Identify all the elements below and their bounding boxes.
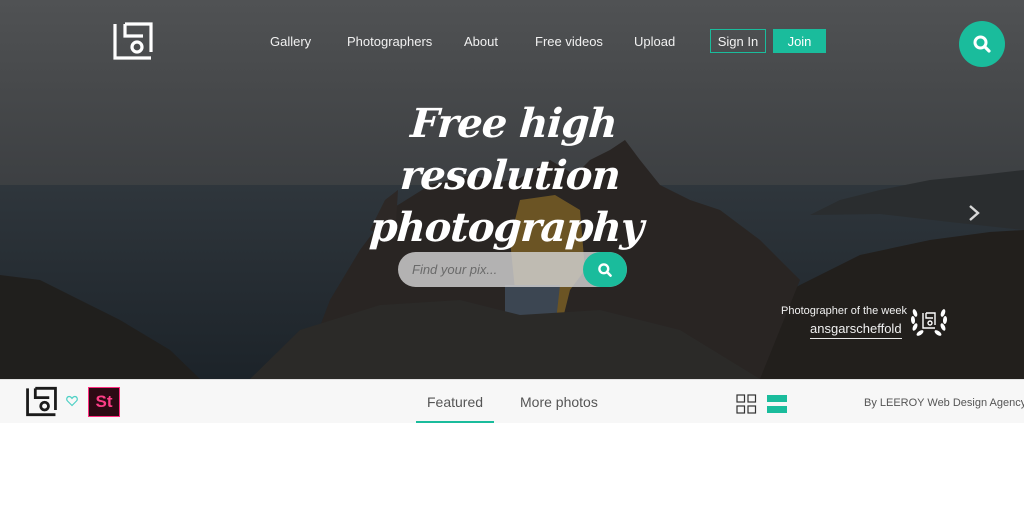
heart-icon[interactable] (66, 395, 78, 407)
nav-about[interactable]: About (464, 34, 498, 49)
search-submit-button[interactable] (583, 252, 627, 287)
header-search-button[interactable] (959, 21, 1005, 67)
nav-photographers[interactable]: Photographers (347, 34, 432, 49)
chevron-right-icon[interactable] (966, 203, 982, 223)
search-icon (973, 35, 991, 53)
agency-credit-link[interactable]: By LEEROY Web Design Agency (864, 397, 1024, 409)
sign-in-button[interactable]: Sign In (710, 29, 766, 53)
photographer-of-week-link[interactable]: ansgarscheffold (810, 321, 902, 339)
photographer-of-week-label: Photographer of the week (781, 305, 907, 317)
search-icon (598, 262, 612, 277)
search-input[interactable] (412, 252, 572, 287)
laurel-wreath-icon (910, 309, 948, 336)
nav-gallery[interactable]: Gallery (270, 34, 311, 49)
site-logo-small[interactable] (26, 386, 57, 417)
nav-upload[interactable]: Upload (634, 34, 675, 49)
site-logo[interactable] (113, 22, 153, 60)
content-area (0, 423, 1024, 509)
headline-line-1: Free high resolution (398, 100, 622, 199)
grid-view-icon[interactable] (736, 394, 757, 414)
list-view-icon[interactable] (767, 394, 787, 414)
tab-more-photos[interactable]: More photos (520, 394, 598, 410)
hero-search-bar (398, 252, 627, 287)
sub-navigation-bar: St Featured More photos By LEEROY Web De… (0, 379, 1024, 423)
hero-headline: Free high resolution photography (295, 98, 726, 254)
headline-line-2: photography (368, 204, 645, 251)
hero-banner: Gallery Photographers About Free videos … (0, 0, 1024, 379)
tab-featured[interactable]: Featured (427, 394, 483, 410)
join-button[interactable]: Join (773, 29, 826, 53)
adobe-stock-badge[interactable]: St (88, 387, 120, 417)
nav-free-videos[interactable]: Free videos (535, 34, 603, 49)
